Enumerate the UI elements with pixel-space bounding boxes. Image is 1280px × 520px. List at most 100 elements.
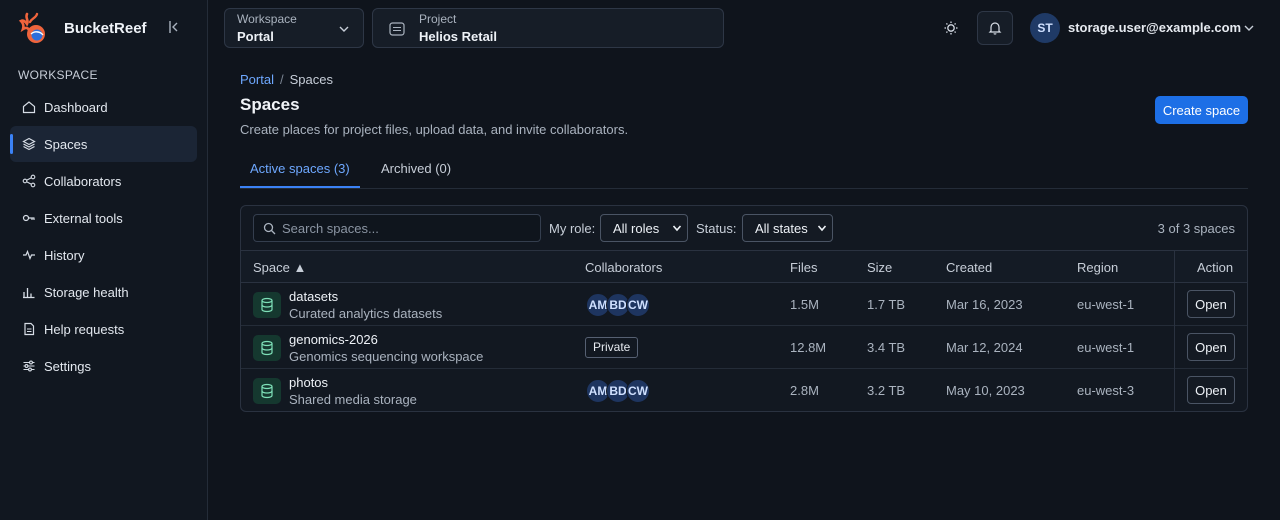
database-icon: [253, 292, 281, 318]
collapse-sidebar-icon[interactable]: [166, 19, 182, 35]
status-select[interactable]: All states: [742, 214, 833, 242]
share-icon: [22, 174, 36, 188]
table-header: Space ▲ Collaborators Files Size Created…: [241, 250, 1247, 283]
theme-toggle-sun-icon[interactable]: [941, 18, 961, 38]
project-selector[interactable]: Project Helios Retail: [372, 8, 724, 48]
page-title: Spaces: [240, 95, 300, 114]
collaborator-avatar: CW: [626, 293, 650, 317]
sidebar-item-label: Settings: [44, 358, 91, 374]
workspace-selector-value: Portal: [237, 29, 274, 44]
breadcrumb-current: Spaces: [289, 72, 333, 87]
space-description: Curated analytics datasets: [289, 306, 443, 321]
files-count: 12.8M: [790, 340, 827, 355]
spaces-table: Space ▲ Collaborators Files Size Created…: [241, 250, 1247, 411]
column-header-space[interactable]: Space ▲: [253, 260, 306, 275]
user-menu-chevron-icon[interactable]: [1242, 21, 1256, 35]
space-name[interactable]: photos: [289, 375, 328, 390]
user-email[interactable]: storage.user@example.com: [1068, 20, 1241, 35]
sidebar-item-label: External tools: [44, 210, 123, 226]
app-name: BucketReef: [64, 19, 147, 37]
spaces-panel: My role: All roles Status: All states 3 …: [240, 205, 1248, 412]
sidebar-item-help-requests[interactable]: Help requests: [10, 311, 197, 347]
space-name[interactable]: datasets: [289, 289, 338, 304]
sidebar-item-collaborators[interactable]: Collaborators: [10, 163, 197, 199]
sidebar-item-settings[interactable]: Settings: [10, 348, 197, 384]
files-count: 2.8M: [790, 383, 819, 398]
region-value: eu-west-3: [1077, 383, 1135, 398]
sidebar-item-label: History: [44, 247, 85, 263]
action-column-divider: [1174, 250, 1175, 411]
search-box: [253, 214, 541, 242]
sidebar-item-label: Storage health: [44, 284, 129, 300]
sidebar-item-storage-health[interactable]: Storage health: [10, 274, 197, 310]
space-description: Genomics sequencing workspace: [289, 349, 484, 364]
home-icon: [22, 100, 36, 114]
key-icon: [22, 211, 36, 225]
project-selector-label: Project: [419, 12, 457, 26]
table-row: datasets Curated analytics datasets AM B…: [241, 283, 1247, 326]
sidebar: BucketReef WORKSPACE Dashboard Spaces Co…: [0, 0, 208, 520]
sliders-icon: [22, 359, 36, 373]
bucketreef-logo-icon: [18, 12, 45, 43]
size-value: 3.4 TB: [867, 340, 906, 355]
project-selector-value: Helios Retail: [419, 29, 498, 44]
layers-icon: [22, 137, 36, 151]
region-value: eu-west-1: [1077, 340, 1135, 355]
chevron-down-icon: [817, 225, 827, 232]
created-date: Mar 16, 2023: [946, 297, 1023, 312]
search-input[interactable]: [282, 215, 537, 241]
breadcrumb: Portal / Spaces: [240, 72, 333, 87]
tab-archived[interactable]: Archived (0): [371, 152, 461, 188]
tabs: Active spaces (3) Archived (0): [240, 152, 1248, 189]
column-header-files: Files: [790, 260, 818, 275]
open-button[interactable]: Open: [1187, 376, 1235, 404]
column-header-region: Region: [1077, 260, 1119, 275]
column-header-created: Created: [946, 260, 993, 275]
bar-chart-icon: [22, 285, 36, 299]
size-value: 1.7 TB: [867, 297, 906, 312]
region-value: eu-west-1: [1077, 297, 1135, 312]
sidebar-item-external-tools[interactable]: External tools: [10, 200, 197, 236]
search-icon: [263, 222, 276, 235]
column-header-collaborators: Collaborators: [585, 260, 663, 275]
created-date: Mar 12, 2024: [946, 340, 1023, 355]
page-subtitle: Create places for project files, upload …: [240, 122, 629, 137]
workspace-selector-label: Workspace: [237, 12, 297, 26]
open-button[interactable]: Open: [1187, 333, 1235, 361]
table-row: genomics-2026 Genomics sequencing worksp…: [241, 326, 1247, 369]
breadcrumb-portal-link[interactable]: Portal: [240, 72, 274, 87]
document-icon: [22, 322, 36, 336]
activity-icon: [22, 248, 36, 262]
role-filter-label: My role:: [549, 221, 596, 236]
chevron-down-icon: [339, 26, 349, 32]
notifications-button[interactable]: [977, 11, 1013, 45]
space-description: Shared media storage: [289, 392, 417, 407]
column-header-size: Size: [867, 260, 893, 275]
sidebar-item-history[interactable]: History: [10, 237, 197, 273]
sidebar-item-dashboard[interactable]: Dashboard: [10, 89, 197, 125]
status-filter-label: Status:: [696, 221, 737, 236]
table-row: photos Shared media storage AM BD CW 2.8…: [241, 369, 1247, 411]
status-select-value: All states: [755, 221, 808, 236]
section-label-workspace: WORKSPACE: [18, 68, 98, 82]
open-button[interactable]: Open: [1187, 290, 1235, 318]
private-badge: Private: [585, 337, 639, 358]
tab-active-spaces[interactable]: Active spaces (3): [240, 152, 360, 188]
sidebar-nav: Dashboard Spaces Collaborators External …: [10, 89, 197, 385]
project-card-icon: [389, 22, 405, 36]
create-space-button[interactable]: Create space: [1155, 96, 1248, 124]
sidebar-item-label: Dashboard: [44, 99, 108, 115]
database-icon: [253, 335, 281, 361]
size-value: 3.2 TB: [867, 383, 906, 398]
user-avatar[interactable]: ST: [1030, 13, 1060, 43]
workspace-selector[interactable]: Workspace Portal: [224, 8, 364, 48]
column-header-action: Action: [1197, 260, 1234, 275]
sidebar-item-spaces[interactable]: Spaces: [10, 126, 197, 162]
collaborator-avatar: CW: [626, 379, 650, 403]
bell-icon: [988, 22, 1002, 35]
role-select-value: All roles: [613, 221, 660, 236]
role-select[interactable]: All roles: [600, 214, 688, 242]
created-date: May 10, 2023: [946, 383, 1025, 398]
space-name[interactable]: genomics-2026: [289, 332, 378, 347]
sidebar-item-label: Collaborators: [44, 173, 122, 189]
